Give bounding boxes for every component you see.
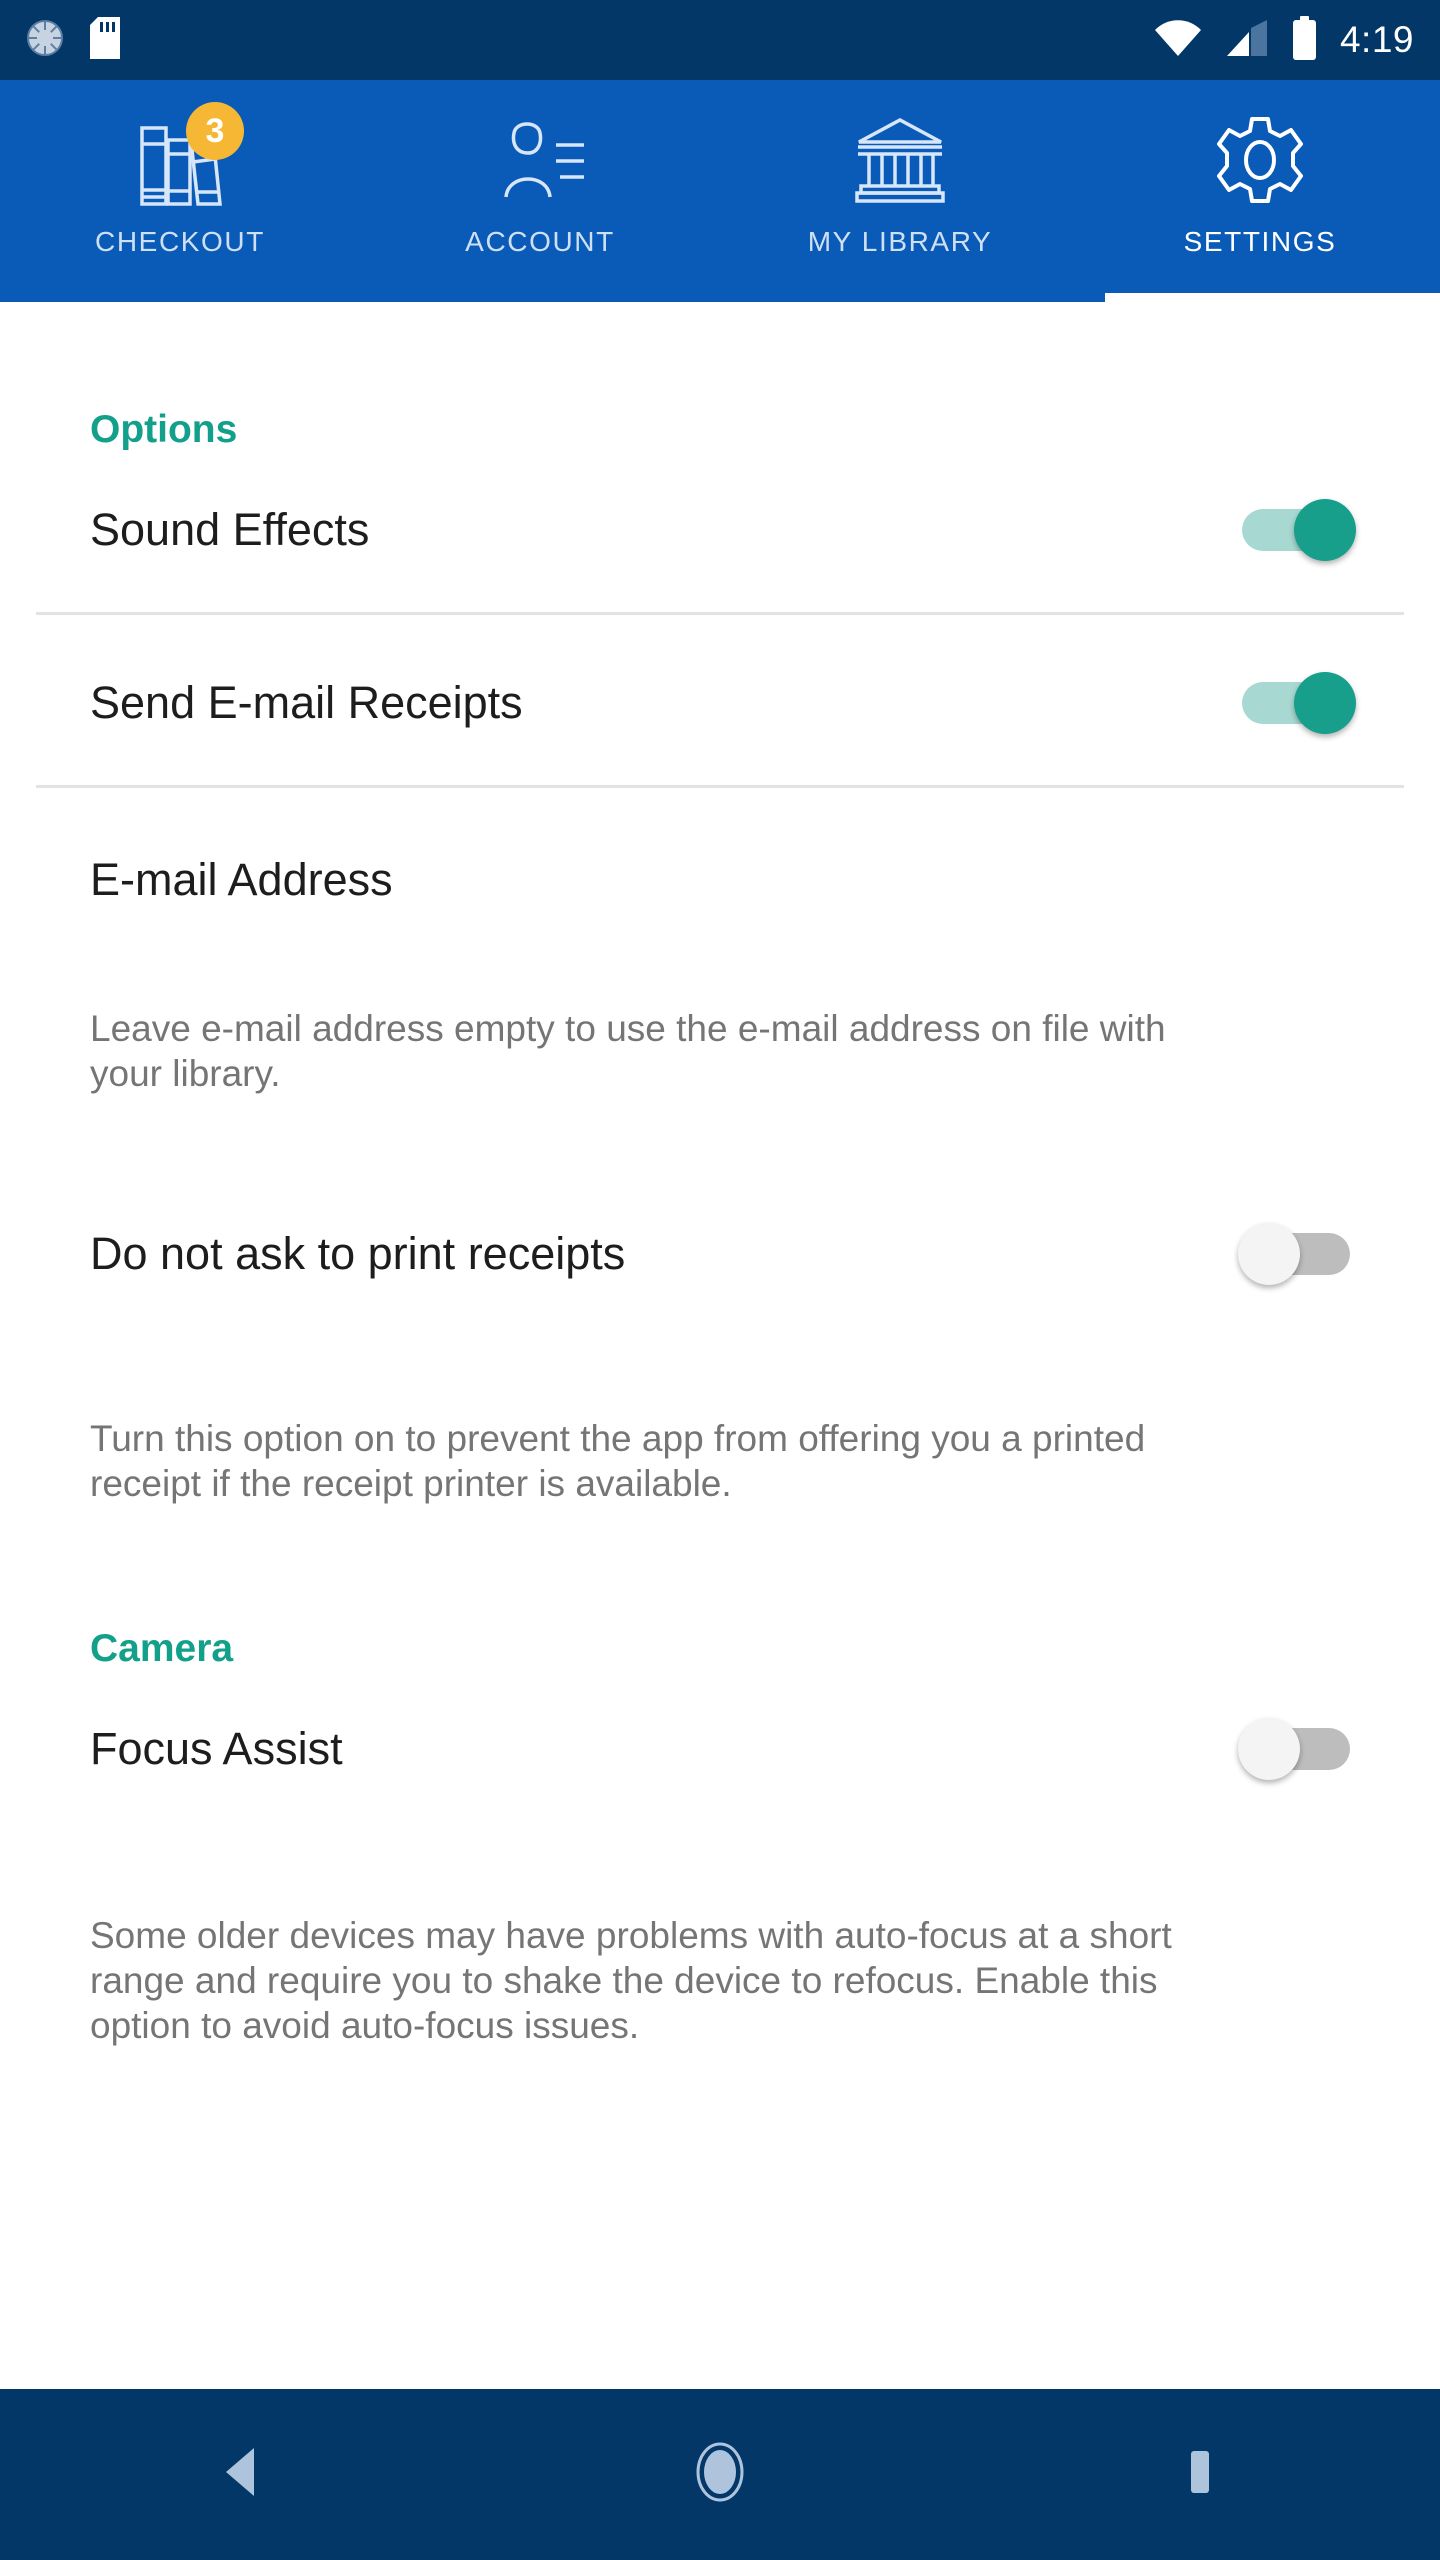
sync-spinner-icon — [26, 19, 64, 62]
app-root: 4:19 3 CHECKOUT ACCOUNT MY LIBRARY SETTI… — [0, 0, 1440, 2560]
row-focus-assist[interactable]: Focus Assist — [0, 1711, 1440, 1787]
row-do-not-ask-print[interactable]: Do not ask to print receipts — [0, 1216, 1440, 1292]
home-button[interactable] — [480, 2442, 960, 2507]
wifi-icon — [1153, 18, 1203, 63]
focus-assist-toggle[interactable] — [1238, 1717, 1350, 1780]
send-email-receipts-label: Send E-mail Receipts — [90, 677, 523, 728]
person-card-icon — [490, 115, 590, 210]
my-library-icon-wrap — [850, 108, 950, 216]
email-address-help-text: Leave e-mail address empty to use the e-… — [90, 1008, 1166, 1095]
row-send-email-receipts[interactable]: Send E-mail Receipts — [0, 665, 1440, 741]
tab-settings-label: SETTINGS — [1183, 226, 1337, 257]
tab-my-library[interactable]: MY LIBRARY — [720, 80, 1080, 302]
gear-icon — [1214, 114, 1306, 211]
battery-icon — [1291, 15, 1318, 65]
tab-account-label: ACCOUNT — [465, 226, 615, 257]
row-email-address[interactable]: E-mail Address — [0, 842, 1440, 918]
active-tab-indicator — [1105, 293, 1440, 302]
toggle-thumb — [1294, 672, 1356, 734]
toggle-thumb — [1238, 1717, 1300, 1780]
account-icon-wrap — [490, 108, 590, 216]
tab-settings[interactable]: SETTINGS — [1080, 80, 1440, 302]
status-bar-left-icons — [26, 16, 120, 64]
row-sound-effects[interactable]: Sound Effects — [0, 492, 1440, 568]
library-building-icon — [853, 116, 947, 209]
toggle-thumb — [1238, 1223, 1300, 1286]
divider-1 — [36, 612, 1404, 615]
status-bar-clock: 4:19 — [1339, 19, 1414, 60]
section-header-camera: Camera — [90, 1626, 234, 1670]
recents-button[interactable] — [960, 2448, 1440, 2501]
print-receipts-help-text: Turn this option on to prevent the app f… — [90, 1418, 1146, 1505]
tab-my-library-label: MY LIBRARY — [807, 226, 993, 257]
tab-checkout-label: CHECKOUT — [95, 226, 265, 257]
back-button[interactable] — [0, 2446, 480, 2503]
cellular-signal-icon — [1225, 18, 1269, 63]
tab-account[interactable]: ACCOUNT — [360, 80, 720, 302]
back-triangle-icon — [220, 2446, 260, 2503]
settings-icon-wrap — [1210, 108, 1310, 216]
checkout-badge: 3 — [186, 102, 244, 160]
status-bar-right-icons: 4:19 — [1153, 15, 1414, 65]
top-tab-bar: 3 CHECKOUT ACCOUNT MY LIBRARY SETTINGS — [0, 80, 1440, 302]
settings-content: Options Sound Effects Send E-mail Receip… — [0, 302, 1440, 2389]
checkout-icon-wrap: 3 — [130, 102, 244, 216]
sound-effects-label: Sound Effects — [90, 504, 370, 555]
sound-effects-toggle[interactable] — [1242, 499, 1356, 561]
recents-square-icon — [1180, 2448, 1220, 2501]
divider-2 — [36, 785, 1404, 788]
home-circle-icon — [692, 2442, 748, 2507]
toggle-thumb — [1294, 499, 1356, 561]
do-not-ask-print-toggle[interactable] — [1238, 1223, 1350, 1286]
email-address-input[interactable]: E-mail Address — [90, 854, 1350, 906]
focus-assist-help-text: Some older devices may have problems wit… — [90, 1914, 1172, 2046]
tab-checkout[interactable]: 3 CHECKOUT — [0, 80, 360, 302]
sd-card-icon — [90, 16, 120, 64]
section-header-options: Options — [90, 408, 238, 451]
do-not-ask-print-label: Do not ask to print receipts — [90, 1228, 626, 1280]
system-navigation-bar — [0, 2389, 1440, 2560]
send-email-receipts-toggle[interactable] — [1242, 672, 1356, 734]
status-bar: 4:19 — [0, 0, 1440, 80]
focus-assist-label: Focus Assist — [90, 1722, 343, 1774]
